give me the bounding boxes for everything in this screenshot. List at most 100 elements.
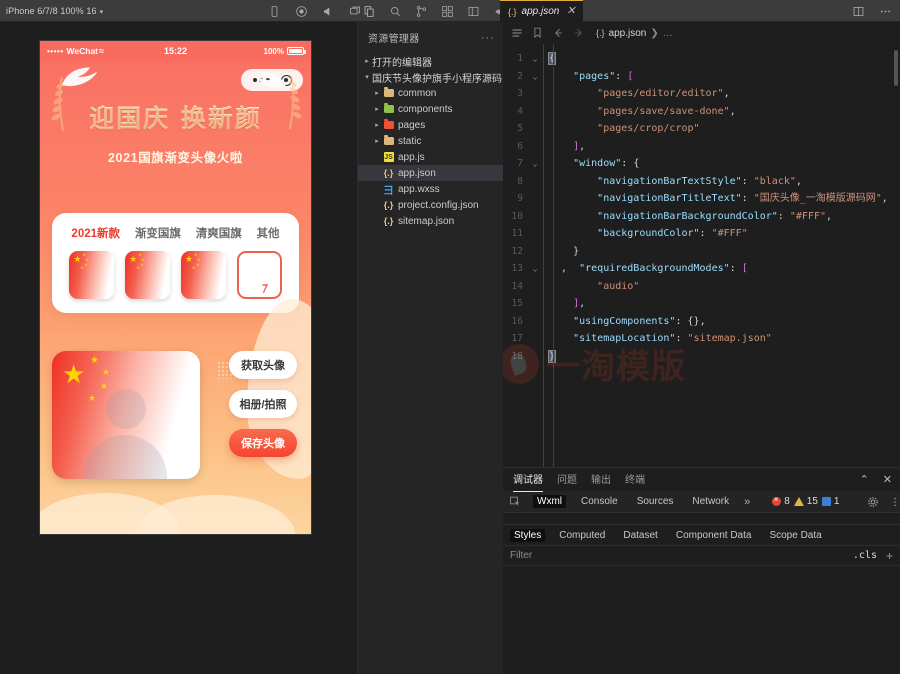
code-editor[interactable]: 1⌄{2⌄ "pages": [3 "pages/editor/editor",… — [503, 44, 900, 467]
panel-tab-debugger[interactable]: 调试器 — [513, 471, 543, 488]
code-line[interactable]: 2⌄ "pages": [ — [503, 68, 900, 86]
code-line[interactable]: 17 "sitemapLocation": "sitemap.json" — [503, 330, 900, 348]
file-row-components[interactable]: ▸ components — [358, 101, 503, 117]
file-row-sitemap-json[interactable]: ▸ {.} sitemap.json — [358, 213, 503, 229]
broadcast-icon[interactable] — [322, 5, 335, 18]
code-text: "pages/editor/editor", — [541, 85, 730, 103]
error-count[interactable]: 8 — [772, 496, 790, 507]
outline-icon[interactable] — [511, 27, 523, 39]
extensions-icon[interactable] — [441, 5, 454, 18]
flag-thumb-3[interactable]: ★★★★★ — [181, 251, 226, 299]
flag-thumb-1[interactable]: ★★★★★ — [69, 251, 114, 299]
code-line[interactable]: 12 } — [503, 243, 900, 261]
info-count[interactable]: 1 — [822, 496, 840, 507]
code-line[interactable]: 1⌄{ — [503, 50, 900, 68]
project-root-label: 国庆节头像护旗手小程序源码 — [372, 70, 502, 85]
devtools-overflow-icon[interactable]: » — [744, 496, 750, 508]
panel-tab-problems[interactable]: 问题 — [557, 471, 577, 488]
fold-chevron-icon[interactable]: ⌄ — [529, 68, 541, 86]
get-avatar-button[interactable]: 获取头像 — [229, 351, 297, 379]
navigate-back-icon[interactable] — [552, 27, 564, 39]
code-line[interactable]: 3 "pages/editor/editor", — [503, 85, 900, 103]
filter-tab-1[interactable]: 渐变国旗 — [135, 225, 181, 241]
gear-icon[interactable] — [867, 496, 879, 508]
code-line[interactable]: 15 ], — [503, 295, 900, 313]
file-row-project-config-json[interactable]: ▸ {.} project.config.json — [358, 197, 503, 213]
bookmark-icon[interactable] — [532, 27, 543, 39]
explorer-section-project-root[interactable]: ▾ 国庆节头像护旗手小程序源码 — [358, 69, 503, 85]
issue-counts[interactable]: 8 15 1 — [772, 496, 839, 507]
code-line[interactable]: 13⌄ , "requiredBackgroundModes": [ — [503, 260, 900, 278]
devtools-tab-sources[interactable]: Sources — [633, 495, 678, 508]
code-line[interactable]: 10 "navigationBarBackgroundColor": "#FFF… — [503, 208, 900, 226]
add-style-rule-icon[interactable]: + — [886, 549, 893, 563]
panel-tab-output[interactable]: 输出 — [591, 471, 611, 488]
save-avatar-button[interactable]: 保存头像 — [229, 429, 297, 457]
code-line[interactable]: 6 ], — [503, 138, 900, 156]
filter-tab-0[interactable]: 2021新款 — [71, 225, 120, 241]
layout-icon[interactable] — [467, 5, 480, 18]
split-editor-icon[interactable] — [852, 5, 865, 18]
cls-toggle[interactable]: .cls — [853, 550, 877, 561]
album-camera-button[interactable]: 相册/拍照 — [229, 390, 297, 418]
filter-tab-3[interactable]: 其他 — [257, 225, 280, 241]
fold-chevron-icon[interactable]: ⌄ — [529, 50, 541, 68]
source-control-icon[interactable] — [415, 5, 428, 18]
window-icon[interactable] — [349, 5, 362, 18]
navigate-forward-icon[interactable] — [573, 27, 585, 39]
phone-icon[interactable] — [268, 5, 281, 18]
file-row-app-json[interactable]: ▸ {.} app.json — [358, 165, 503, 181]
code-line[interactable]: 9 "navigationBarTitleText": "国庆头像_一淘模版源码… — [503, 190, 900, 208]
file-row-common[interactable]: ▸ common — [358, 85, 503, 101]
code-line[interactable]: 18} — [503, 348, 900, 366]
styles-tab-scope-data[interactable]: Scope Data — [765, 529, 825, 542]
breadcrumb-ellipsis[interactable]: … — [663, 28, 673, 39]
code-line[interactable]: 14 "audio" — [503, 278, 900, 296]
explorer-more-icon[interactable]: ··· — [481, 32, 495, 44]
explorer-section-open-editors[interactable]: ▸ 打开的编辑器 — [358, 53, 503, 69]
styles-tab-styles[interactable]: Styles — [510, 529, 545, 542]
file-row-app-js[interactable]: ▸ JS app.js — [358, 149, 503, 165]
device-selector[interactable]: iPhone 6/7/8 100% 16▾ — [0, 6, 103, 16]
styles-tab-component-data[interactable]: Component Data — [672, 529, 756, 542]
code-line[interactable]: 16 "usingComponents": {}, — [503, 313, 900, 331]
breadcrumb-file[interactable]: app.json — [609, 28, 647, 39]
panel-tab-terminal[interactable]: 终端 — [625, 471, 645, 488]
file-row-app-wxss[interactable]: ▸ 彐 app.wxss — [358, 181, 503, 197]
styles-filter-input[interactable]: Filter — [510, 550, 853, 561]
tab-app-json[interactable]: {.} app.json ✕ — [500, 0, 583, 22]
fold-chevron-icon[interactable]: ⌄ — [529, 155, 541, 173]
file-row-pages[interactable]: ▸ pages — [358, 117, 503, 133]
code-line[interactable]: 5 "pages/crop/crop" — [503, 120, 900, 138]
flag-thumb-2[interactable]: ★★★★★ — [125, 251, 170, 299]
styles-tab-dataset[interactable]: Dataset — [619, 529, 661, 542]
editor-scrollbar[interactable] — [894, 50, 898, 86]
avatar-preview[interactable]: ★ ★ ★ ★ ★ — [52, 351, 200, 479]
devtools-tab-wxml[interactable]: Wxml — [533, 495, 566, 508]
code-line[interactable]: 4 "pages/save/save-done", — [503, 103, 900, 121]
wxml-tree-strip[interactable] — [503, 513, 900, 525]
devtools-panel-tabs: 调试器 问题 输出 终端 ⌃ ✕ — [503, 468, 900, 491]
flag-thumb-4[interactable]: ⁊ — [237, 251, 282, 299]
record-icon[interactable] — [295, 5, 308, 18]
more-actions-icon[interactable] — [879, 5, 892, 18]
fold-chevron-icon[interactable]: ⌄ — [529, 260, 541, 278]
warning-count[interactable]: 15 — [794, 496, 818, 507]
file-row-static[interactable]: ▸ static — [358, 133, 503, 149]
breadcrumb-path[interactable]: {.} app.json ❯ … — [596, 28, 673, 39]
collapse-panel-icon[interactable]: ⌃ — [860, 473, 869, 486]
search-icon[interactable] — [389, 5, 402, 18]
inspect-element-icon[interactable] — [509, 496, 522, 508]
code-line[interactable]: 7⌄ "window": { — [503, 155, 900, 173]
line-number: 17 — [503, 330, 529, 348]
close-panel-icon[interactable]: ✕ — [883, 473, 892, 486]
more-vertical-icon[interactable] — [890, 496, 900, 508]
code-line[interactable]: 8 "navigationBarTextStyle": "black", — [503, 173, 900, 191]
styles-tab-computed[interactable]: Computed — [555, 529, 609, 542]
code-line[interactable]: 11 "backgroundColor": "#FFF" — [503, 225, 900, 243]
devtools-tab-console[interactable]: Console — [577, 495, 622, 508]
filter-tab-2[interactable]: 清爽国旗 — [196, 225, 242, 241]
explorer-icon[interactable] — [363, 5, 376, 18]
close-icon[interactable]: ✕ — [566, 6, 575, 17]
devtools-tab-network[interactable]: Network — [688, 495, 733, 508]
